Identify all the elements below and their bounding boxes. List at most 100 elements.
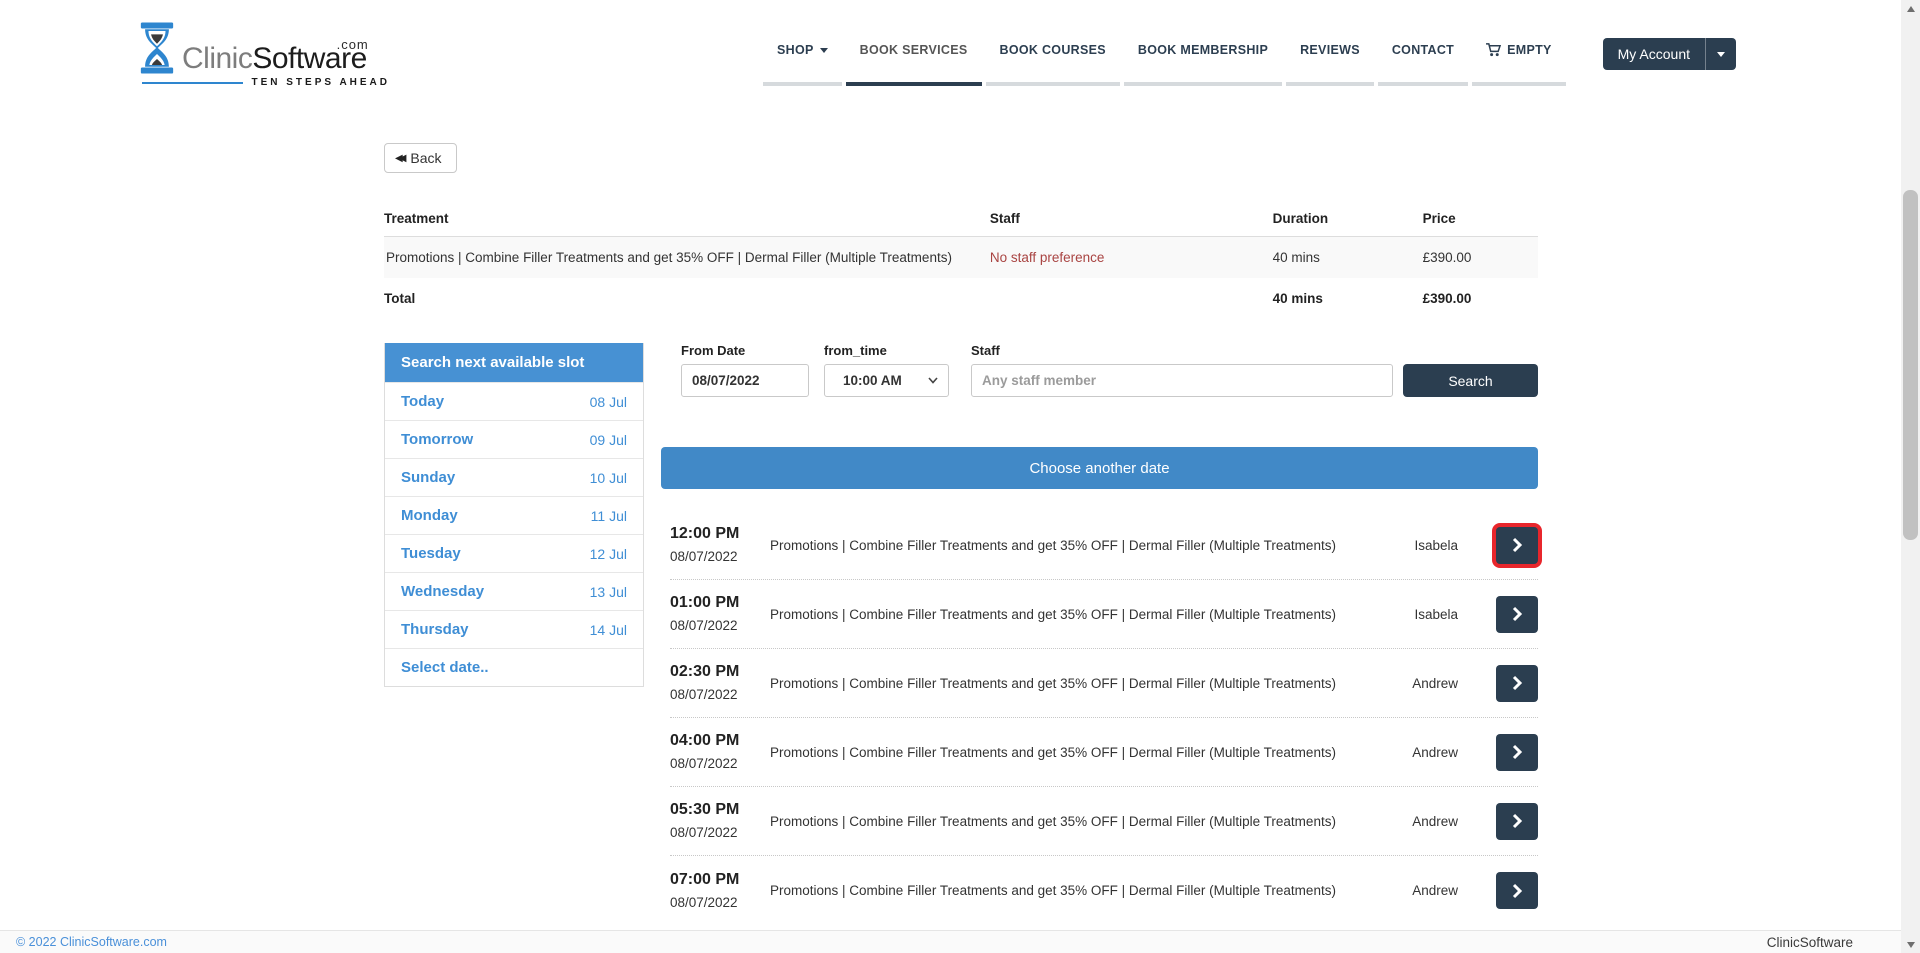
col-header-duration: Duration <box>1273 205 1423 237</box>
cart-icon <box>1486 43 1501 57</box>
slot-row: 07:00 PM 08/07/2022 Promotions | Combine… <box>670 856 1538 925</box>
day-label: Today <box>401 393 444 410</box>
slot-date: 08/07/2022 <box>670 616 770 635</box>
book-slot-button[interactable] <box>1496 734 1538 771</box>
day-label: Select date.. <box>401 659 489 676</box>
slot-staff-name: Andrew <box>1412 814 1458 829</box>
my-account-button[interactable]: My Account <box>1603 38 1705 70</box>
slot-date: 08/07/2022 <box>670 547 770 566</box>
day-date: 09 Jul <box>590 432 627 448</box>
nav-label: CONTACT <box>1392 43 1454 57</box>
my-account-split-button: My Account <box>1603 38 1736 70</box>
slot-staff-name: Andrew <box>1412 676 1458 691</box>
slot-description: Promotions | Combine Filler Treatments a… <box>770 745 1412 760</box>
back-button[interactable]: ◀◀ Back <box>384 143 457 173</box>
header: ClinicSoftware .com TEN STEPS AHEAD SHOP… <box>0 0 1901 110</box>
sidebar-item-monday[interactable]: Monday 11 Jul <box>385 496 643 534</box>
vertical-scrollbar[interactable] <box>1901 0 1920 953</box>
nav-label: REVIEWS <box>1300 43 1360 57</box>
footer-copyright-link[interactable]: © 2022 ClinicSoftware.com <box>16 935 167 949</box>
next-available-slot-panel: Search next available slot Today 08 Jul … <box>384 343 644 687</box>
staff-preference-cell: No staff preference <box>990 237 1273 279</box>
sidebar-item-tomorrow[interactable]: Tomorrow 09 Jul <box>385 420 643 458</box>
table-total-row: Total 40 mins £390.00 <box>384 278 1538 319</box>
slot-time: 05:30 PM <box>670 800 770 820</box>
treatment-cell: Promotions | Combine Filler Treatments a… <box>384 237 990 279</box>
slot-staff-name: Isabela <box>1414 538 1458 553</box>
nav-item-reviews[interactable]: REVIEWS <box>1286 34 1374 86</box>
slot-panel-title: Search next available slot <box>385 343 643 382</box>
staff-input[interactable] <box>971 364 1393 397</box>
book-slot-button[interactable] <box>1496 596 1538 633</box>
chevron-right-icon <box>1512 813 1523 829</box>
logo-tld: .com <box>337 30 369 60</box>
scroll-up-arrow[interactable] <box>1901 0 1920 17</box>
table-row: Promotions | Combine Filler Treatments a… <box>384 237 1538 279</box>
day-date: 08 Jul <box>590 394 627 410</box>
nav-item-book-services[interactable]: BOOK SERVICES <box>846 34 982 86</box>
table-header-row: Treatment Staff Duration Price <box>384 205 1538 237</box>
day-label: Wednesday <box>401 583 484 600</box>
available-slots-list: 12:00 PM 08/07/2022 Promotions | Combine… <box>661 511 1538 925</box>
tagline-line <box>142 82 243 84</box>
main-nav: SHOP BOOK SERVICES BOOK COURSES BOOK MEM… <box>763 34 1570 86</box>
sidebar-item-wednesday[interactable]: Wednesday 13 Jul <box>385 572 643 610</box>
scroll-down-arrow[interactable] <box>1901 936 1920 953</box>
caret-down-icon <box>820 48 828 53</box>
sidebar-item-select-date[interactable]: Select date.. <box>385 648 643 686</box>
slot-date: 08/07/2022 <box>670 685 770 704</box>
slot-time: 12:00 PM <box>670 524 770 544</box>
total-duration: 40 mins <box>1273 278 1423 319</box>
slot-date: 08/07/2022 <box>670 893 770 912</box>
my-account-dropdown-toggle[interactable] <box>1706 38 1736 70</box>
nav-item-cart-empty[interactable]: EMPTY <box>1472 34 1566 86</box>
slot-row: 04:00 PM 08/07/2022 Promotions | Combine… <box>670 718 1538 787</box>
total-price: £390.00 <box>1423 278 1538 319</box>
book-slot-button[interactable] <box>1496 803 1538 840</box>
slot-date: 08/07/2022 <box>670 823 770 842</box>
scrollbar-thumb[interactable] <box>1903 190 1918 540</box>
nav-label: EMPTY <box>1507 43 1552 57</box>
day-label: Monday <box>401 507 458 524</box>
sidebar-item-today[interactable]: Today 08 Jul <box>385 382 643 420</box>
sidebar-item-sunday[interactable]: Sunday 10 Jul <box>385 458 643 496</box>
total-label: Total <box>384 278 990 319</box>
chevron-right-icon <box>1512 744 1523 760</box>
from-time-select[interactable]: 10:00 AM <box>824 364 949 397</box>
staff-label: Staff <box>971 343 1393 358</box>
slot-description: Promotions | Combine Filler Treatments a… <box>770 676 1412 691</box>
nav-item-book-membership[interactable]: BOOK MEMBERSHIP <box>1124 34 1282 86</box>
slot-description: Promotions | Combine Filler Treatments a… <box>770 538 1414 553</box>
choose-another-date-button[interactable]: Choose another date <box>661 447 1538 489</box>
day-date: 13 Jul <box>590 584 627 600</box>
day-date: 11 Jul <box>591 508 627 524</box>
nav-item-contact[interactable]: CONTACT <box>1378 34 1468 86</box>
nav-item-book-courses[interactable]: BOOK COURSES <box>986 34 1120 86</box>
search-button[interactable]: Search <box>1403 364 1538 397</box>
sidebar-item-tuesday[interactable]: Tuesday 12 Jul <box>385 534 643 572</box>
slot-staff-name: Andrew <box>1412 883 1458 898</box>
from-date-input[interactable] <box>681 364 809 397</box>
day-label: Sunday <box>401 469 455 486</box>
book-slot-button[interactable] <box>1496 872 1538 909</box>
nav-item-shop[interactable]: SHOP <box>763 34 842 86</box>
rewind-icon: ◀◀ <box>395 153 402 164</box>
footer-brand: ClinicSoftware <box>1767 935 1853 950</box>
chevron-right-icon <box>1512 537 1523 553</box>
nav-label: BOOK COURSES <box>1000 43 1106 57</box>
slot-row: 02:30 PM 08/07/2022 Promotions | Combine… <box>670 649 1538 718</box>
slot-row: 12:00 PM 08/07/2022 Promotions | Combine… <box>670 511 1538 580</box>
slot-search-form: From Date from_time 10:00 AM Staff <box>661 343 1538 397</box>
clinicsoftware-logo[interactable]: ClinicSoftware .com TEN STEPS AHEAD <box>140 22 390 88</box>
hourglass-icon <box>140 22 174 74</box>
nav-label: SHOP <box>777 43 814 57</box>
from-time-value: 10:00 AM <box>843 373 902 388</box>
duration-cell: 40 mins <box>1273 237 1423 279</box>
book-slot-button[interactable] <box>1496 527 1538 564</box>
sidebar-item-thursday[interactable]: Thursday 14 Jul <box>385 610 643 648</box>
back-label: Back <box>410 150 441 166</box>
book-slot-button[interactable] <box>1496 665 1538 702</box>
slot-description: Promotions | Combine Filler Treatments a… <box>770 814 1412 829</box>
results-column: From Date from_time 10:00 AM Staff <box>661 343 1538 925</box>
chevron-right-icon <box>1512 883 1523 899</box>
